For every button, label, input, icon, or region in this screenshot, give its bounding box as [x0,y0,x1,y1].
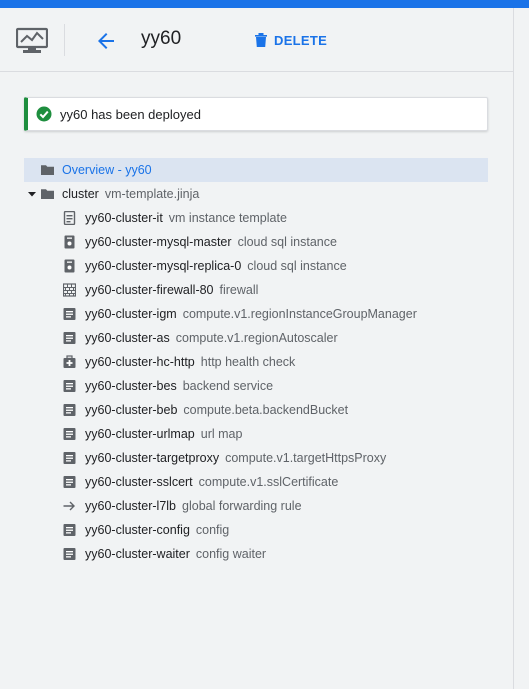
resource-type: global forwarding rule [182,499,302,513]
resource-label: yy60-cluster-bes backend service [85,379,273,393]
resource-name: yy60-cluster-beb [85,403,178,417]
resource-type: compute.v1.regionInstanceGroupManager [182,307,417,321]
tree-item-resource[interactable]: yy60-cluster-bes backend service [24,374,488,398]
trash-icon [255,33,267,47]
document-icon [63,380,76,392]
tree-item-resource[interactable]: yy60-cluster-firewall-80 firewall [24,278,488,302]
tree-item-resource[interactable]: yy60-cluster-targetproxy compute.v1.targe… [24,446,488,470]
resource-label: yy60-cluster-urlmap url map [85,427,242,441]
tree-item-resource[interactable]: yy60-cluster-l7lb global forwarding rule [24,494,488,518]
resource-type: config waiter [195,547,267,561]
resource-type: cloud sql instance [247,259,347,273]
template-icon [63,211,76,225]
document-icon [63,428,76,440]
resource-label: yy60-cluster-sslcert compute.v1.sslCertif… [85,475,338,489]
tree-item-resource[interactable]: yy60-cluster-it vm instance template [24,206,488,230]
notification-message: yy60 has been deployed [60,106,201,122]
resource-type: url map [200,427,243,441]
resource-label: yy60-cluster-hc-http http health check [85,355,295,369]
resource-name: yy60-cluster-bes [85,379,177,393]
resource-type: http health check [200,355,296,369]
check-circle-icon [36,106,52,122]
document-icon [63,476,76,488]
tree-item-overview[interactable]: Overview - yy60 [24,158,488,182]
deployment-monitor-icon [16,27,48,53]
document-icon [63,332,76,344]
tree-item-resource[interactable]: yy60-cluster-mysql-replica-0 cloud sql in… [24,254,488,278]
resource-label: yy60-cluster-as compute.v1.regionAutoscal… [85,331,338,345]
tree-item-resource[interactable]: yy60-cluster-mysql-master cloud sql insta… [24,230,488,254]
cluster-type: vm-template.jinja [104,187,200,201]
resource-label: yy60-cluster-firewall-80 firewall [85,283,258,297]
resource-label: yy60-cluster-beb compute.beta.backendBuck… [85,403,348,417]
document-icon [63,548,76,560]
resource-name: yy60-cluster-firewall-80 [85,283,214,297]
right-panel-edge [513,8,529,689]
resource-label: yy60-cluster-mysql-replica-0 cloud sql in… [85,259,347,273]
resource-name: yy60-cluster-igm [85,307,177,321]
tree-item-resource[interactable]: yy60-cluster-as compute.v1.regionAutoscal… [24,326,488,350]
page-title: yy60 [141,28,182,49]
tree-item-resource[interactable]: yy60-cluster-urlmap url map [24,422,488,446]
document-icon [63,308,76,320]
tree-item-resource[interactable]: yy60-cluster-beb compute.beta.backendBuck… [24,398,488,422]
resource-type: cloud sql instance [237,235,337,249]
cluster-name-text: cluster [62,187,99,201]
resource-label: yy60-cluster-targetproxy compute.v1.targe… [85,451,386,465]
resource-label: yy60-cluster-igm compute.v1.regionInstanc… [85,307,417,321]
resource-name: yy60-cluster-urlmap [85,427,195,441]
delete-button-label: DELETE [274,32,328,48]
document-icon [63,452,76,464]
resource-label: yy60-cluster-l7lb global forwarding rule [85,499,302,513]
resource-type: vm instance template [168,211,287,225]
resource-name: yy60-cluster-sslcert [85,475,193,489]
arrow-back-icon[interactable] [94,29,118,53]
arrow-right-icon [63,501,75,511]
tree-item-resource[interactable]: yy60-cluster-igm compute.v1.regionInstanc… [24,302,488,326]
resource-type: compute.v1.sslCertificate [198,475,339,489]
sql-instance-icon [64,259,75,273]
tree-item-resource[interactable]: yy60-cluster-config config [24,518,488,542]
cluster-name: cluster vm-template.jinja [62,187,199,201]
resource-type: backend service [182,379,274,393]
resource-type: config [195,523,230,537]
header-divider [64,24,65,56]
top-accent-bar [0,0,529,8]
folder-icon [41,189,54,199]
resource-type: firewall [219,283,259,297]
document-icon [63,524,76,536]
health-check-icon [63,355,76,368]
sql-instance-icon [64,235,75,249]
tree-item-resource[interactable]: yy60-cluster-hc-http http health check [24,350,488,374]
delete-button[interactable]: DELETE [254,30,327,50]
resource-name: yy60-cluster-config [85,523,190,537]
resource-name: yy60-cluster-targetproxy [85,451,220,465]
tree-item-resource[interactable]: yy60-cluster-waiter config waiter [24,542,488,566]
resource-type: compute.beta.backendBucket [183,403,349,417]
resource-label: yy60-cluster-it vm instance template [85,211,287,225]
resource-name: yy60-cluster-as [85,331,170,345]
resource-type: compute.v1.regionAutoscaler [175,331,338,345]
resource-name: yy60-cluster-mysql-master [85,235,232,249]
tree-item-resource[interactable]: yy60-cluster-sslcert compute.v1.sslCertif… [24,470,488,494]
resource-name: yy60-cluster-l7lb [85,499,177,513]
resource-label: yy60-cluster-mysql-master cloud sql insta… [85,235,337,249]
page-header: yy60 DELETE [0,8,513,72]
tree-item-cluster[interactable]: cluster vm-template.jinja [24,182,488,206]
resource-label: yy60-cluster-config config [85,523,229,537]
folder-icon [41,165,54,175]
resource-name: yy60-cluster-hc-http [85,355,195,369]
resource-name: yy60-cluster-it [85,211,163,225]
firewall-icon [63,283,76,297]
document-icon [63,404,76,416]
resource-label: yy60-cluster-waiter config waiter [85,547,266,561]
deployment-tree: Overview - yy60 cluster vm-template.jinja… [24,158,488,566]
resource-name: yy60-cluster-mysql-replica-0 [85,259,242,273]
resource-name: yy60-cluster-waiter [85,547,190,561]
overview-label: Overview - yy60 [62,163,152,177]
caret-down-icon[interactable] [28,190,36,198]
deploy-success-notification: yy60 has been deployed [24,97,488,131]
resource-type: compute.v1.targetHttpsProxy [225,451,387,465]
